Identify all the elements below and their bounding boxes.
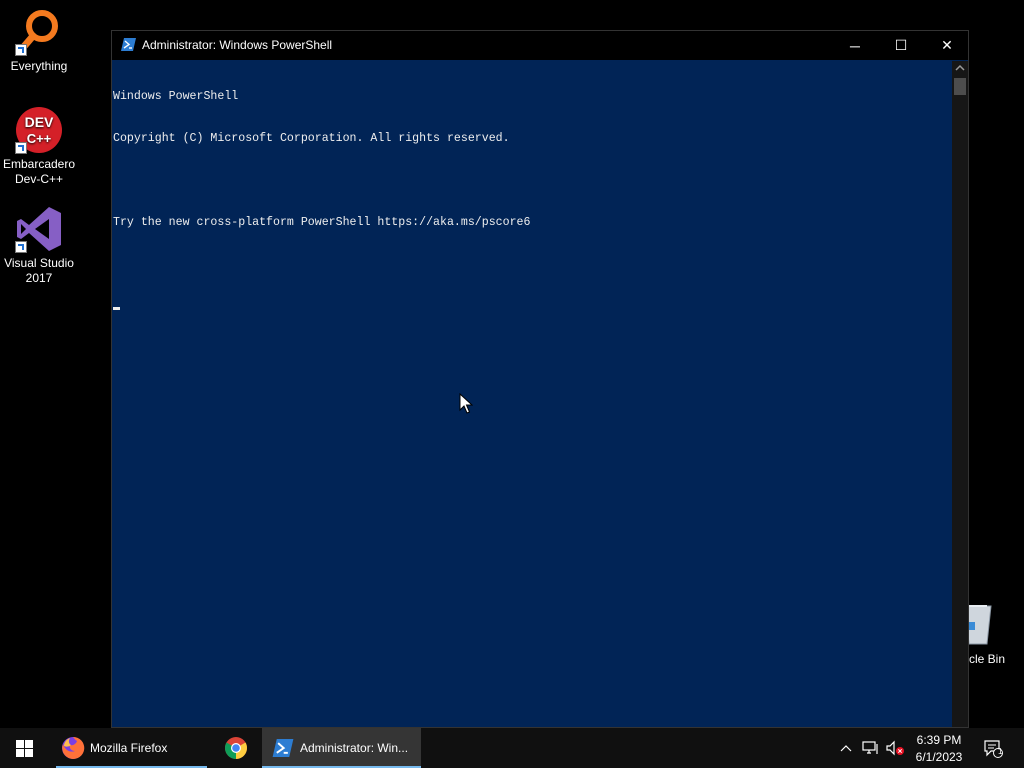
everything-icon bbox=[15, 8, 63, 56]
shortcut-arrow-icon bbox=[15, 142, 27, 154]
console-line: Windows PowerShell bbox=[113, 90, 239, 103]
shortcut-arrow-icon bbox=[15, 44, 27, 56]
powershell-icon bbox=[272, 739, 294, 757]
window-title: Administrator: Windows PowerShell bbox=[142, 38, 333, 52]
vertical-scrollbar[interactable] bbox=[952, 61, 968, 727]
maximize-button[interactable]: ☐ bbox=[878, 31, 924, 60]
clock-time: 6:39 PM bbox=[916, 733, 962, 747]
window-titlebar[interactable]: Administrator: Windows PowerShell ─ ☐ ✕ bbox=[112, 31, 968, 60]
minimize-icon: ─ bbox=[850, 37, 860, 54]
powershell-window[interactable]: Administrator: Windows PowerShell ─ ☐ ✕ … bbox=[111, 30, 969, 728]
scrollbar-thumb[interactable] bbox=[954, 78, 966, 95]
network-icon bbox=[862, 741, 878, 754]
mouse-pointer-icon bbox=[459, 393, 473, 414]
taskbar-item-label: Administrator: Win... bbox=[300, 741, 409, 755]
desktop-icon-label: Embarcadero Dev-C++ bbox=[2, 157, 76, 186]
desktop-icon-recycle-bin[interactable]: cle Bin bbox=[964, 600, 1024, 670]
desktop-icon-label: cle Bin bbox=[969, 652, 1006, 666]
powershell-icon bbox=[121, 38, 136, 51]
svg-text:C++: C++ bbox=[27, 131, 52, 146]
shortcut-arrow-icon bbox=[15, 241, 27, 253]
show-hidden-icons-button[interactable] bbox=[836, 728, 856, 768]
network-tray-button[interactable] bbox=[860, 728, 882, 768]
desktop-icon-everything[interactable]: Everything bbox=[0, 8, 78, 74]
maximize-icon: ☐ bbox=[894, 37, 908, 53]
volume-muted-icon bbox=[886, 740, 904, 756]
notification-count: 1 bbox=[998, 747, 1003, 756]
desktop-icon-visual-studio[interactable]: Visual Studio 2017 bbox=[0, 205, 78, 286]
console-line: Copyright (C) Microsoft Corporation. All… bbox=[113, 132, 510, 145]
devcpp-icon: DEV C++ bbox=[15, 106, 63, 154]
volume-tray-button[interactable] bbox=[884, 728, 906, 768]
action-center-button[interactable]: 1 bbox=[978, 728, 1008, 768]
desktop-icon-devcpp[interactable]: DEV C++ Embarcadero Dev-C++ bbox=[0, 106, 78, 187]
desktop-icon-label: Visual Studio 2017 bbox=[4, 256, 74, 285]
taskbar-item-chrome[interactable] bbox=[212, 728, 260, 768]
firefox-icon bbox=[62, 736, 85, 759]
clock[interactable]: 6:39 PM 6/1/2023 bbox=[909, 732, 969, 766]
windows-logo-icon bbox=[15, 739, 33, 757]
console-line: Try the new cross-platform PowerShell ht… bbox=[113, 216, 531, 229]
console-prompt-line bbox=[113, 300, 952, 317]
minimize-button[interactable]: ─ bbox=[832, 31, 878, 60]
clock-date: 6/1/2023 bbox=[915, 750, 963, 764]
chrome-icon bbox=[225, 737, 247, 759]
taskbar-item-label: Mozilla Firefox bbox=[90, 741, 168, 755]
console-line-empty bbox=[113, 258, 952, 272]
chevron-up-icon bbox=[840, 745, 852, 752]
desktop-icon-label: Everything bbox=[10, 59, 68, 73]
close-icon: ✕ bbox=[941, 37, 953, 53]
taskbar-item-powershell[interactable]: Administrator: Win... bbox=[262, 728, 421, 768]
taskbar: Mozilla Firefox Administrator: Win... 6:… bbox=[0, 728, 1024, 768]
scroll-up-arrow-icon[interactable] bbox=[955, 63, 965, 73]
taskbar-item-firefox[interactable]: Mozilla Firefox bbox=[56, 728, 207, 768]
svg-text:DEV: DEV bbox=[25, 114, 54, 130]
start-button[interactable] bbox=[0, 728, 48, 768]
visual-studio-icon bbox=[15, 205, 63, 253]
close-button[interactable]: ✕ bbox=[924, 31, 970, 60]
text-cursor bbox=[113, 307, 120, 311]
console-output[interactable]: Windows PowerShell Copyright (C) Microso… bbox=[112, 61, 952, 727]
